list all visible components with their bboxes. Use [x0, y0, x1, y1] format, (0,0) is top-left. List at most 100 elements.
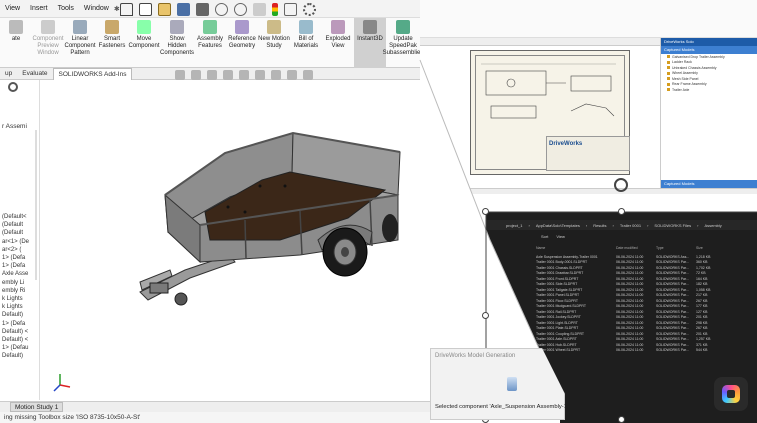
feature-tree-scrollbar[interactable]	[35, 130, 37, 280]
feature-tree-item[interactable]: 1> (Defa	[2, 254, 29, 262]
select-pointer-icon[interactable]	[253, 2, 266, 16]
zoom-area-icon[interactable]	[191, 70, 201, 80]
tab-solidworks-addins[interactable]: SOLIDWORKS Add-Ins	[52, 67, 133, 80]
tab-evaluate[interactable]: Evaluate	[17, 68, 52, 80]
file-row[interactable]: Trailer 0001 Chassis.SLDPRT 06-06-2024 11…	[536, 265, 736, 271]
feature-tree-item[interactable]: Default) <	[2, 336, 29, 344]
resize-handle-top-mid[interactable]	[618, 208, 625, 215]
feature-tree-item[interactable]: k Lights	[2, 303, 29, 311]
redo-icon[interactable]	[234, 2, 247, 16]
col-name[interactable]: Name	[536, 246, 616, 252]
feature-tree-item[interactable]: Default)	[2, 311, 29, 319]
col-date[interactable]: Date modified	[616, 246, 656, 252]
feature-tree-item[interactable]: ar<2> (	[2, 246, 29, 254]
menu-view[interactable]: View	[0, 5, 25, 12]
ribbon-command-3[interactable]: Smart Fasteners	[96, 18, 128, 68]
file-row[interactable]: Trailer 0001 Wheel.SLDPRT 06-06-2024 11:0…	[536, 348, 736, 354]
sort-button[interactable]: Sort	[541, 234, 548, 242]
ribbon-command-12[interactable]: Update SpeedPak Subassemblies	[383, 18, 423, 68]
feature-tree-item[interactable]: (Default	[2, 221, 29, 229]
breadcrumb-segment[interactable]: project_1	[506, 223, 522, 228]
display-style-icon[interactable]	[255, 70, 265, 80]
options-gear-icon[interactable]	[303, 2, 316, 16]
scenes-icon[interactable]	[303, 70, 313, 80]
feature-tree-item[interactable]: (Default<	[2, 213, 29, 221]
feature-tree-item[interactable]: 1> (Defa	[2, 320, 29, 328]
file-row[interactable]: Trailer 0001 Light.SLDPRT 06-06-2024 11:0…	[536, 320, 736, 326]
file-row[interactable]: Trailer 0001 Tailgate.SLDPRT 06-06-2024 1…	[536, 287, 736, 293]
file-properties-icon[interactable]	[284, 2, 297, 16]
file-row[interactable]: Trailer 0001 Rail.SLDPRT 06-06-2024 11:00…	[536, 309, 736, 315]
drawing-sheet[interactable]: DriveWorks	[470, 50, 630, 175]
file-row[interactable]: Trailer 0001 Body-0001.SLDPRT 06-06-2024 …	[536, 260, 736, 266]
section-view-icon[interactable]	[223, 70, 233, 80]
feature-tree-item[interactable]: k Lights	[2, 295, 29, 303]
file-row[interactable]: Trailer 0001 Plate.SLDPRT 06-06-2024 11:0…	[536, 326, 736, 332]
file-row[interactable]: Trailer 0001 Panel.SLDPRT 06-06-2024 11:0…	[536, 293, 736, 299]
menu-window[interactable]: Window	[79, 5, 114, 12]
file-row[interactable]: Trailer 0001 Front.SLDPRT 06-06-2024 11:0…	[536, 276, 736, 282]
file-row[interactable]: Trailer 0001 Axle.SLDPRT 06-06-2024 11:00…	[536, 337, 736, 343]
traffic-light-icon[interactable]	[272, 2, 278, 16]
home-icon[interactable]	[120, 2, 133, 16]
resize-handle-bottom-mid[interactable]	[618, 416, 625, 423]
ribbon-command-1[interactable]: Component Preview Window	[32, 18, 64, 68]
file-row[interactable]: Trailer 0001 Jockey.SLDPRT 06-06-2024 11:…	[536, 315, 736, 321]
feature-tree-item[interactable]: Default) <	[2, 328, 29, 336]
resize-handle-top-left[interactable]	[482, 208, 489, 215]
pin-icon[interactable]: ✱	[114, 5, 120, 13]
file-row[interactable]: Trailer 0001 Side.SLDPRT 06-06-2024 11:00…	[536, 282, 736, 288]
previous-view-icon[interactable]	[207, 70, 217, 80]
save-icon[interactable]	[177, 2, 190, 16]
ribbon-command-2[interactable]: Linear Component Pattern	[64, 18, 96, 68]
ribbon-command-6[interactable]: Assembly Features	[194, 18, 226, 68]
ribbon-command-10[interactable]: Exploded View	[322, 18, 354, 68]
col-size[interactable]: Size	[696, 246, 726, 252]
ribbon-command-5[interactable]: Show Hidden Components	[160, 18, 194, 68]
col-type[interactable]: Type	[656, 246, 696, 252]
open-folder-icon[interactable]	[158, 2, 171, 16]
ribbon-command-8[interactable]: New Motion Study	[258, 18, 290, 68]
explorer-address-bar[interactable]: project_1 › AppData\Solo\Templates › Results…	[486, 220, 757, 230]
edit-appearance-icon[interactable]	[287, 70, 297, 80]
feature-tree-item[interactable]: 1> (Defa	[2, 262, 29, 270]
ribbon-command-0[interactable]: ate	[0, 18, 32, 68]
menu-tools[interactable]: Tools	[53, 5, 79, 12]
file-row[interactable]: Trailer 0001 Drawbar.SLDPRT 06-06-2024 11…	[536, 271, 736, 277]
copilot-button[interactable]	[714, 377, 748, 411]
file-row[interactable]: Axle Suspension Assembly-Trailer 0001 06-…	[536, 254, 736, 260]
print-icon[interactable]	[196, 2, 209, 16]
file-row[interactable]: Trailer 0001 Floor.SLDPRT 06-06-2024 11:0…	[536, 298, 736, 304]
tab-motion-study-1[interactable]: Motion Study 1	[10, 402, 64, 412]
file-row[interactable]: Trailer 0001 Hub.SLDPRT 06-06-2024 11:00 S…	[536, 342, 736, 348]
breadcrumb-segment[interactable]: AppData\Solo\Templates	[536, 223, 580, 228]
feature-tree-item[interactable]: ar<1> (De	[2, 238, 29, 246]
view-orientation-icon[interactable]	[239, 70, 249, 80]
breadcrumb-segment[interactable]: SOLIDWORKS Files	[654, 223, 691, 228]
file-row[interactable]: Trailer 0001 Coupling.SLDPRT 06-06-2024 1…	[536, 331, 736, 337]
captured-model-item[interactable]: Trailer Axle	[661, 87, 757, 93]
breadcrumb-segment[interactable]: Trailer 0001	[620, 223, 641, 228]
ribbon-command-11[interactable]: Instant3D	[354, 18, 386, 68]
feature-tree-item[interactable]: (Default	[2, 229, 29, 237]
ribbon-command-9[interactable]: Bill of Materials	[290, 18, 322, 68]
feature-tree-item[interactable]: Default)	[2, 352, 29, 360]
file-row[interactable]: Trailer 0001 Mudguard.SLDPRT 06-06-2024 1…	[536, 304, 736, 310]
view-button[interactable]: View	[556, 234, 565, 242]
tab-assembly[interactable]: up	[0, 68, 17, 80]
ribbon-command-4[interactable]: Move Component	[128, 18, 160, 68]
breadcrumb-segment[interactable]: Assembly	[704, 223, 721, 228]
menu-insert[interactable]: Insert	[25, 5, 53, 12]
zoom-to-fit-icon[interactable]	[175, 70, 185, 80]
feature-tree-item[interactable]: Axle Asse	[2, 270, 29, 278]
feature-tree-item[interactable]: embly Ri	[2, 287, 29, 295]
resize-handle-left-mid[interactable]	[482, 312, 489, 319]
new-document-icon[interactable]	[139, 2, 152, 16]
hide-show-items-icon[interactable]	[271, 70, 281, 80]
feature-tree-item[interactable]: 1> (Defau	[2, 344, 29, 352]
undo-icon[interactable]	[215, 2, 228, 16]
feature-tree-item[interactable]: embly Li	[2, 279, 29, 287]
configuration-manager-icon[interactable]	[8, 82, 18, 92]
breadcrumb-segment[interactable]: Results	[593, 223, 606, 228]
ribbon-command-7[interactable]: Reference Geometry	[226, 18, 258, 68]
